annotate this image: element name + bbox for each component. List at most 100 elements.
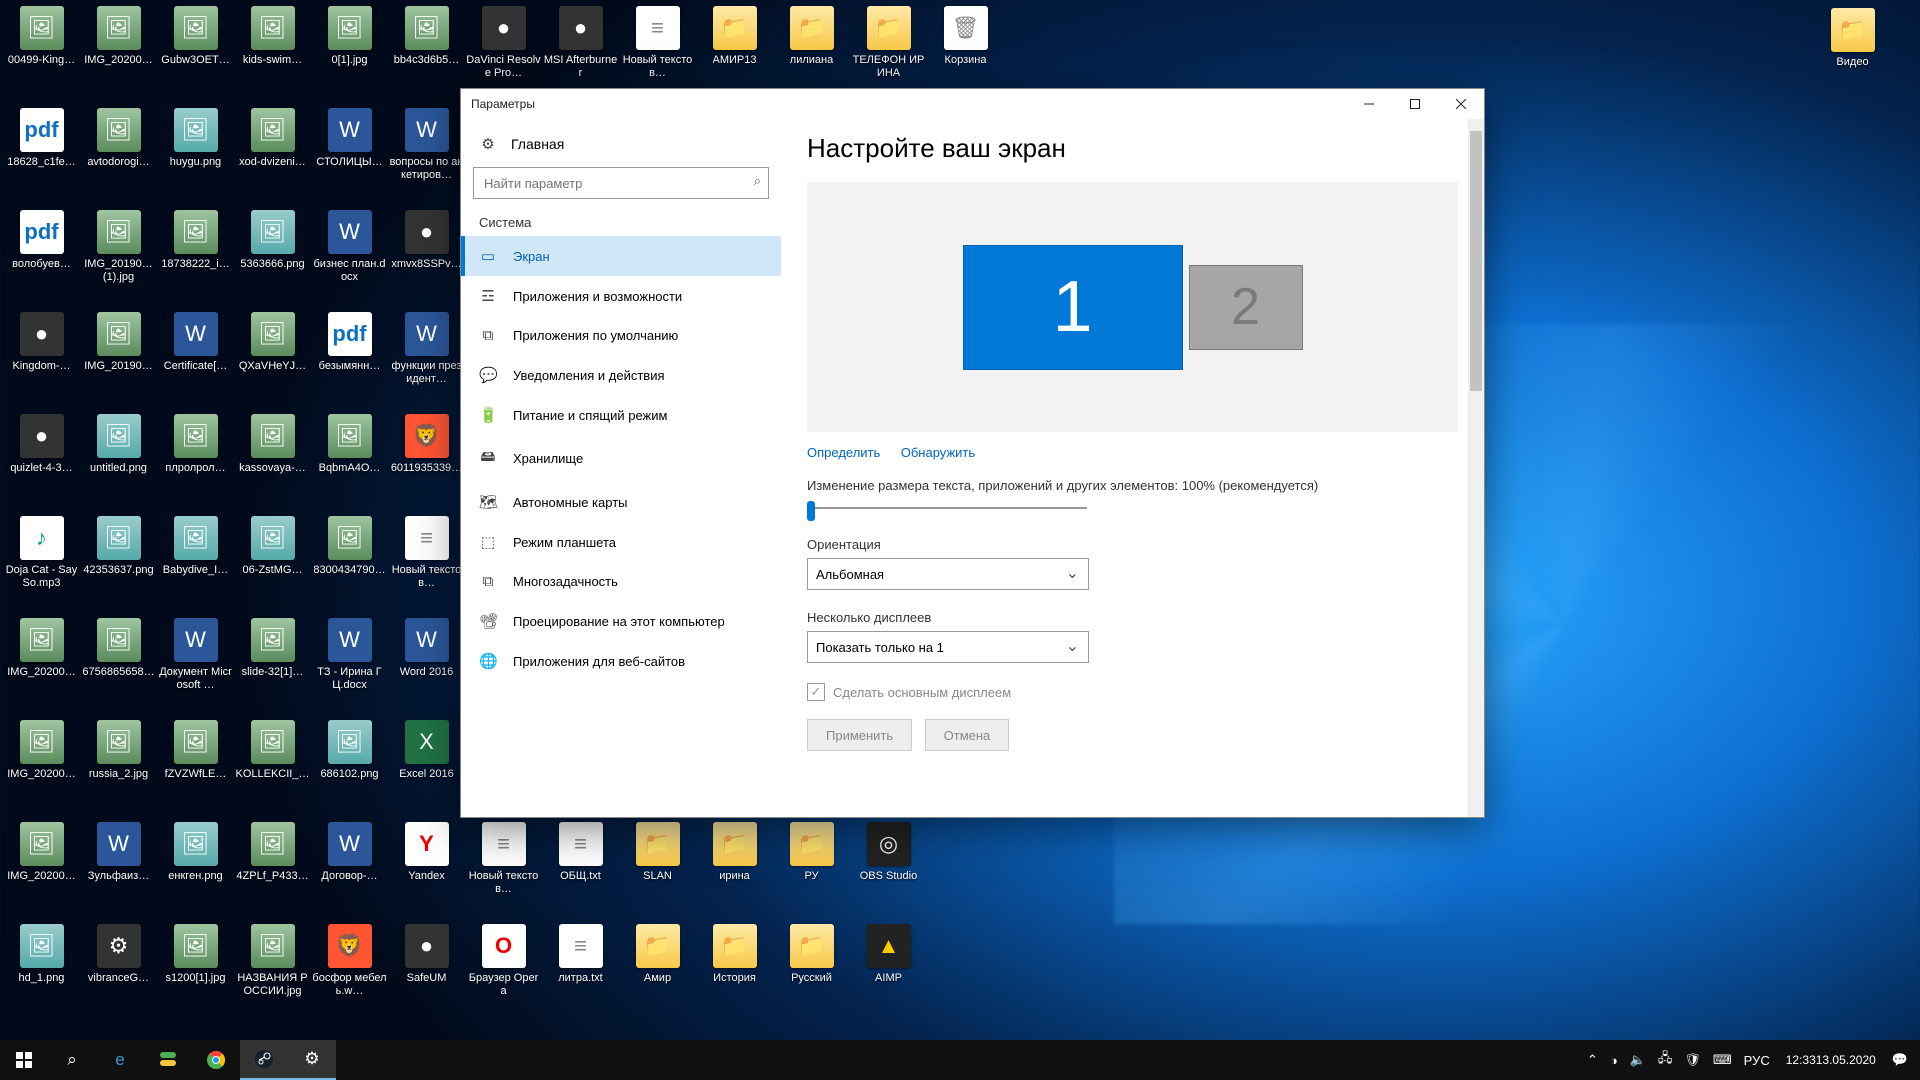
desktop-icon[interactable]: WДокумент Microsoft … — [158, 614, 233, 706]
desktop-icon[interactable]: 🦁босфор мебель.w… — [312, 920, 387, 1012]
desktop-icon[interactable]: OБраузер Opera — [466, 920, 541, 1012]
orientation-select[interactable]: Альбомная — [807, 558, 1089, 590]
tray-volume-icon[interactable]: 🔈 — [1624, 1040, 1652, 1080]
desktop-icon[interactable]: Wфункции президент… — [389, 308, 464, 400]
desktop-icon[interactable]: 🖼686102.png — [312, 716, 387, 808]
taskbar-clock[interactable]: 12:33 13.05.2020 — [1776, 1040, 1886, 1080]
tray-chevron-icon[interactable]: ⌃ — [1581, 1040, 1604, 1080]
desktop-icon[interactable]: 🖼IMG_20200… — [4, 818, 79, 910]
desktop-icon[interactable]: 📁SLAN — [620, 818, 695, 910]
maximize-button[interactable] — [1392, 89, 1438, 119]
tray-keyboard-icon[interactable]: ⌨ — [1707, 1040, 1738, 1080]
desktop-icon[interactable]: ≡литра.txt — [543, 920, 618, 1012]
desktop-icon[interactable]: 🖼06-ZstMG… — [235, 512, 310, 604]
desktop-icon[interactable]: 📁ирина — [697, 818, 772, 910]
desktop-icon[interactable]: WCertificate[… — [158, 308, 233, 400]
desktop-icon[interactable]: ≡ОБЩ.txt — [543, 818, 618, 910]
desktop-icon[interactable]: 📁РУ — [774, 818, 849, 910]
tray-network-icon[interactable]: 🖧 — [1652, 1040, 1679, 1080]
desktop-icon[interactable]: 🖼KOLLEKCII_… — [235, 716, 310, 808]
desktop-icon[interactable]: ●Kingdom-… — [4, 308, 79, 400]
search-input[interactable] — [473, 167, 769, 199]
desktop-icon[interactable]: ≡Новый текстов… — [620, 2, 695, 94]
scrollbar[interactable] — [1468, 119, 1484, 817]
desktop-icon[interactable]: 🖼fZVZWfLE… — [158, 716, 233, 808]
sidebar-item[interactable]: 🌐Приложения для веб-сайтов — [461, 641, 781, 681]
desktop-icon[interactable]: WСТОЛИЦЫ… — [312, 104, 387, 196]
desktop-icon[interactable]: ⚙vibranceG… — [81, 920, 156, 1012]
tray-security-icon[interactable]: 🛡 — [1678, 1040, 1707, 1080]
desktop-icon[interactable]: 🖼4ZPLf_P433… — [235, 818, 310, 910]
slider-thumb[interactable] — [807, 501, 815, 521]
desktop-icon[interactable]: 🖼IMG_20200… — [4, 716, 79, 808]
sidebar-item[interactable]: 📽Проецирование на этот компьютер — [461, 601, 781, 641]
desktop-icon[interactable]: 🖼QXaVHeYJ… — [235, 308, 310, 400]
desktop-icon[interactable]: ●DaVinci Resolve Pro… — [466, 2, 541, 94]
desktop-icon[interactable]: 🦁6011935339… — [389, 410, 464, 502]
desktop-icon[interactable]: pdfволобуев… — [4, 206, 79, 298]
desktop-icon[interactable]: ◎OBS Studio — [851, 818, 926, 910]
scale-slider[interactable] — [807, 499, 1087, 517]
desktop-icon[interactable]: WЗульфаиз… — [81, 818, 156, 910]
desktop-icon[interactable]: 📁ТЕЛЕФОН ИРИНА — [851, 2, 926, 94]
desktop-icon[interactable]: YYandex — [389, 818, 464, 910]
monitor-2[interactable]: 2 — [1189, 265, 1303, 350]
minimize-button[interactable] — [1346, 89, 1392, 119]
desktop-icon[interactable]: 🖼Gubw3OET… — [158, 2, 233, 94]
desktop-icon[interactable]: 🖼42353637.png — [81, 512, 156, 604]
desktop-icon[interactable]: 🖼kassovaya-… — [235, 410, 310, 502]
sidebar-item[interactable]: ⧉Многозадачность — [461, 562, 781, 601]
desktop-icon[interactable]: 🖼IMG_20190… (1).jpg — [81, 206, 156, 298]
sidebar-item[interactable]: ⬚Режим планшета — [461, 522, 781, 562]
desktop-icon[interactable]: ≡Новый текстов… — [389, 512, 464, 604]
desktop-icon[interactable]: 🖼IMG_20190… — [81, 308, 156, 400]
desktop-icon[interactable]: ●xmvx8SSPv… — [389, 206, 464, 298]
desktop-icon[interactable]: 🖼untitled.png — [81, 410, 156, 502]
desktop-icon[interactable]: ♪Doja Cat - Say So.mp3 — [4, 512, 79, 604]
desktop-icon[interactable]: ≡Новый текстов… — [466, 818, 541, 910]
monitor-1[interactable]: 1 — [963, 245, 1183, 370]
sidebar-item[interactable]: ☲Приложения и возможности — [461, 276, 781, 316]
desktop-icon[interactable]: pdfбезымянн… — [312, 308, 387, 400]
sidebar-item[interactable]: 💬Уведомления и действия — [461, 355, 781, 395]
taskbar-app-icon[interactable] — [144, 1040, 192, 1080]
desktop-icon[interactable]: 🖼russia_2.jpg — [81, 716, 156, 808]
desktop-icon[interactable]: 🖼плролрол… — [158, 410, 233, 502]
desktop-icon[interactable]: 🖼BqbmA4O… — [312, 410, 387, 502]
desktop-icon[interactable]: ●quizlet-4-3… — [4, 410, 79, 502]
desktop-icon[interactable]: 🖼8300434790… — [312, 512, 387, 604]
desktop-icon[interactable]: ●SafeUM — [389, 920, 464, 1012]
desktop-icon[interactable]: ▲AIMP — [851, 920, 926, 1012]
taskbar-search-icon[interactable]: ⌕ — [48, 1040, 96, 1080]
desktop-icon[interactable]: 🖼huygu.png — [158, 104, 233, 196]
identify-link[interactable]: Определить — [807, 445, 880, 460]
desktop-icon[interactable]: 🖼xod-dvizeni… — [235, 104, 310, 196]
desktop-icon[interactable]: 🗑Корзина — [928, 2, 1003, 94]
desktop-icon[interactable]: 🖼НАЗВАНИЯ РОССИИ.jpg — [235, 920, 310, 1012]
desktop-icon[interactable]: 🖼avtodorogi… — [81, 104, 156, 196]
desktop-icon[interactable]: 🖼0[1].jpg — [312, 2, 387, 94]
sidebar-item[interactable]: ⧉Приложения по умолчанию — [461, 316, 781, 355]
monitor-arrangement[interactable]: 1 2 — [807, 182, 1458, 432]
sidebar-item[interactable]: 🔋Питание и спящий режим — [461, 395, 781, 435]
sidebar-item[interactable]: 🖴Хранилище — [461, 435, 781, 482]
close-button[interactable] — [1438, 89, 1484, 119]
desktop-icon[interactable]: 📁АМИР13 — [697, 2, 772, 94]
desktop-icon[interactable]: 📁Русский — [774, 920, 849, 1012]
action-center-icon[interactable]: 💬 — [1886, 1040, 1914, 1080]
desktop-icon[interactable]: pdf18628_c1fe… — [4, 104, 79, 196]
taskbar-steam-icon[interactable] — [240, 1040, 288, 1080]
desktop-icon[interactable]: 🖼енкген.png — [158, 818, 233, 910]
desktop-icon[interactable]: 🖼slide-32[1]… — [235, 614, 310, 706]
desktop-icon[interactable]: 🖼IMG_20200… — [81, 2, 156, 94]
tray-steam-icon[interactable]: ◑ — [1604, 1040, 1624, 1080]
desktop-icon[interactable]: 📁лилиана — [774, 2, 849, 94]
scrollbar-thumb[interactable] — [1470, 131, 1482, 391]
desktop-icon[interactable]: 🖼00499-King… — [4, 2, 79, 94]
tray-language[interactable]: РУС — [1738, 1040, 1776, 1080]
desktop-icon[interactable]: Wбизнес план.docx — [312, 206, 387, 298]
desktop-icon[interactable]: 🖼6756865658… — [81, 614, 156, 706]
desktop-icon[interactable]: WWord 2016 — [389, 614, 464, 706]
desktop-icon[interactable]: WДоговор-… — [312, 818, 387, 910]
sidebar-item[interactable]: 🗺Автономные карты — [461, 482, 781, 522]
